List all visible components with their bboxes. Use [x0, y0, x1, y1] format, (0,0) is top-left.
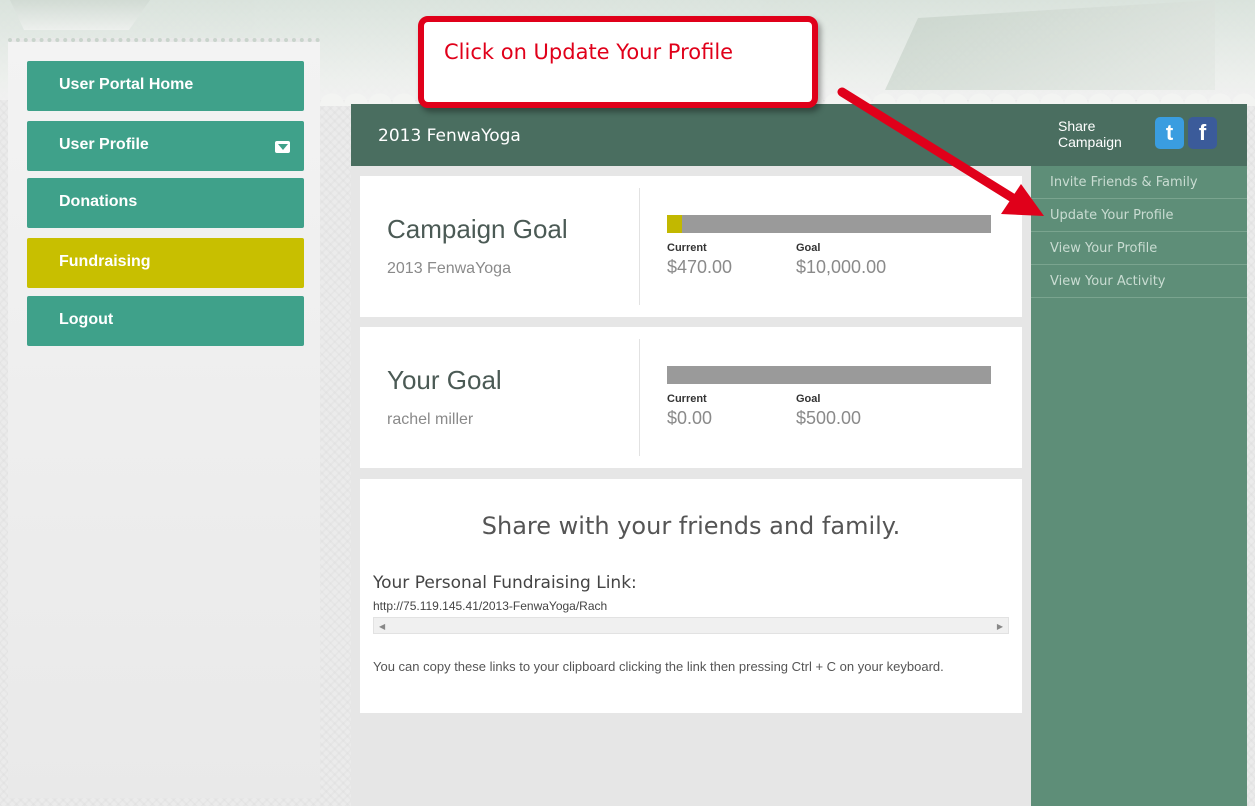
share-campaign-label: Share Campaign	[1058, 118, 1122, 150]
scroll-left-icon[interactable]: ◀	[379, 622, 385, 631]
horizontal-scrollbar[interactable]: ◀ ▶	[373, 617, 1009, 634]
goal-value: $10,000.00	[796, 257, 887, 277]
copy-instructions: You can copy these links to your clipboa…	[373, 659, 944, 674]
goal-value: $500.00	[796, 408, 862, 428]
share-label-line2: Campaign	[1058, 134, 1122, 150]
nav-logout[interactable]: Logout	[27, 296, 304, 346]
nav-user-portal-home[interactable]: User Portal Home	[27, 61, 304, 111]
goal-subtitle: 2013 FenwaYoga	[387, 260, 511, 277]
nav-label: Donations	[59, 193, 138, 210]
share-campaign-header: Share Campaign t f	[1031, 104, 1247, 166]
card-divider	[639, 339, 640, 456]
goal-label: Goal	[796, 242, 821, 254]
view-activity-link[interactable]: View Your Activity	[1031, 265, 1247, 298]
stadium-light-graphic	[10, 0, 150, 30]
share-card: Share with your friends and family. Your…	[360, 479, 1022, 713]
current-label: Current	[667, 393, 707, 405]
fundraising-link[interactable]: http://75.119.145.41/2013-FenwaYoga/Rach	[373, 599, 607, 613]
sidebar: User Portal Home User Profile Donations …	[8, 38, 320, 798]
campaign-goal-card: Campaign Goal 2013 FenwaYoga Current $47…	[360, 176, 1022, 317]
campaign-header: 2013 FenwaYoga	[351, 104, 1031, 166]
invite-friends-link[interactable]: Invite Friends & Family	[1031, 166, 1247, 199]
chevron-down-icon[interactable]	[275, 141, 290, 153]
current-label: Current	[667, 242, 707, 254]
nav-fundraising[interactable]: Fundraising	[27, 238, 304, 288]
scroll-right-icon[interactable]: ▶	[997, 622, 1003, 631]
nav-label: Fundraising	[59, 253, 151, 270]
progress-bar	[667, 366, 991, 384]
goal-title: Your Goal	[387, 365, 502, 395]
progress-bar	[667, 215, 991, 233]
twitter-icon[interactable]: t	[1155, 117, 1184, 149]
your-goal-card: Your Goal rachel miller Current $0.00 Go…	[360, 327, 1022, 468]
nav-donations[interactable]: Donations	[27, 178, 304, 228]
campaign-title: 2013 FenwaYoga	[378, 126, 521, 146]
annotation-callout: Click on Update Your Profile	[418, 16, 818, 108]
nav-label: User Portal Home	[59, 76, 194, 93]
goal-label: Goal	[796, 393, 821, 405]
annotation-text: Click on Update Your Profile	[444, 40, 734, 64]
view-profile-link[interactable]: View Your Profile	[1031, 232, 1247, 265]
right-panel: Share Campaign t f Invite Friends & Fami…	[1031, 104, 1247, 806]
goal-title: Campaign Goal	[387, 214, 568, 244]
share-label-line1: Share	[1058, 118, 1096, 134]
main-panel: 2013 FenwaYoga Campaign Goal 2013 FenwaY…	[351, 104, 1031, 806]
nav-user-profile[interactable]: User Profile	[27, 121, 304, 171]
facebook-icon[interactable]: f	[1188, 117, 1217, 149]
fundraising-link-heading: Your Personal Fundraising Link:	[373, 573, 637, 593]
nav-label: User Profile	[59, 136, 149, 153]
current-value: $0.00	[667, 408, 713, 428]
share-heading: Share with your friends and family.	[481, 512, 901, 540]
nav-label: Logout	[59, 311, 114, 328]
update-profile-link[interactable]: Update Your Profile	[1031, 199, 1247, 232]
card-divider	[639, 188, 640, 305]
progress-fill	[667, 215, 683, 233]
current-value: $470.00	[667, 257, 733, 277]
goal-subtitle: rachel miller	[387, 411, 474, 428]
